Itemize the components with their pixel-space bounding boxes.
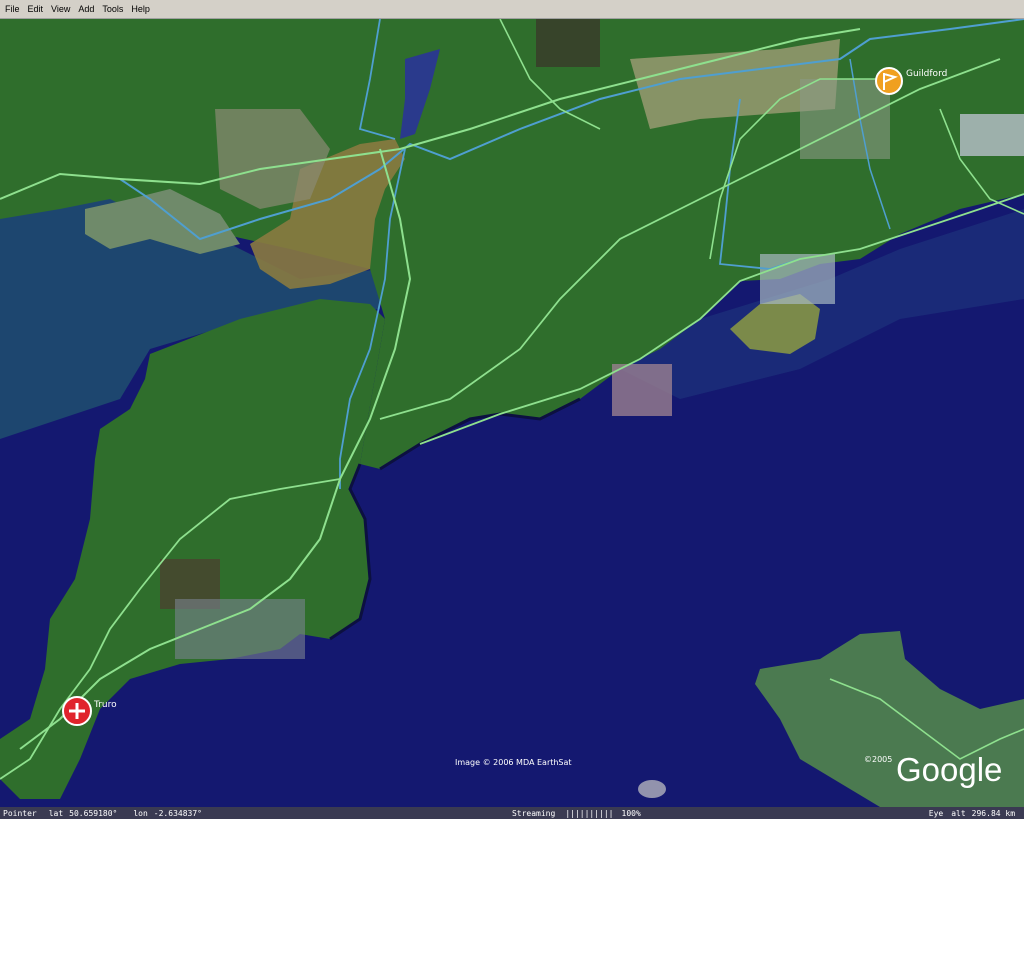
truro-label: Truro [93, 700, 117, 710]
menu-file[interactable]: File [2, 4, 23, 14]
lat-label: lat [48, 808, 64, 818]
urban-patch-east [960, 114, 1024, 156]
streaming-label: Streaming [511, 808, 556, 818]
urban-patch-coast [760, 254, 835, 304]
plymouth-patch [175, 599, 305, 659]
streaming-percent: 100% [621, 808, 641, 818]
menu-help[interactable]: Help [128, 4, 153, 14]
streaming-progress: |||||||||| [565, 808, 614, 818]
lon-label: lon [133, 808, 148, 818]
imagery-credit: Image © 2006 MDA EarthSat [455, 758, 572, 767]
menu-bar: File Edit View Add Tools Help [0, 0, 1024, 19]
imagery-patch-south [612, 364, 672, 416]
copyright-year: ©2005 [864, 755, 892, 764]
flag-marker-icon[interactable] [875, 67, 903, 95]
map-viewport[interactable]: Guildford Truro Image © 2006 MDA EarthSa… [0, 19, 1024, 807]
guildford-label: Guildford [906, 69, 947, 79]
pointer-label: Pointer [3, 808, 37, 818]
imagery-patch [536, 19, 600, 67]
menu-view[interactable]: View [48, 4, 73, 14]
status-bar: Pointer lat 50.659180° lon -2.634837° St… [0, 807, 1024, 819]
urban-patch [800, 79, 890, 159]
lon-value: -2.634837° [153, 808, 202, 818]
menu-edit[interactable]: Edit [25, 4, 47, 14]
lat-value: 50.659180° [69, 808, 118, 818]
eye-label: Eye [928, 808, 944, 818]
channel-island [638, 780, 666, 798]
menu-tools[interactable]: Tools [99, 4, 126, 14]
google-logo: Google [896, 751, 1002, 788]
alt-value: 296.84 km [971, 808, 1016, 818]
menu-add[interactable]: Add [75, 4, 97, 14]
alt-label: alt [951, 808, 966, 818]
satellite-map[interactable]: Guildford Truro Image © 2006 MDA EarthSa… [0, 19, 1024, 807]
